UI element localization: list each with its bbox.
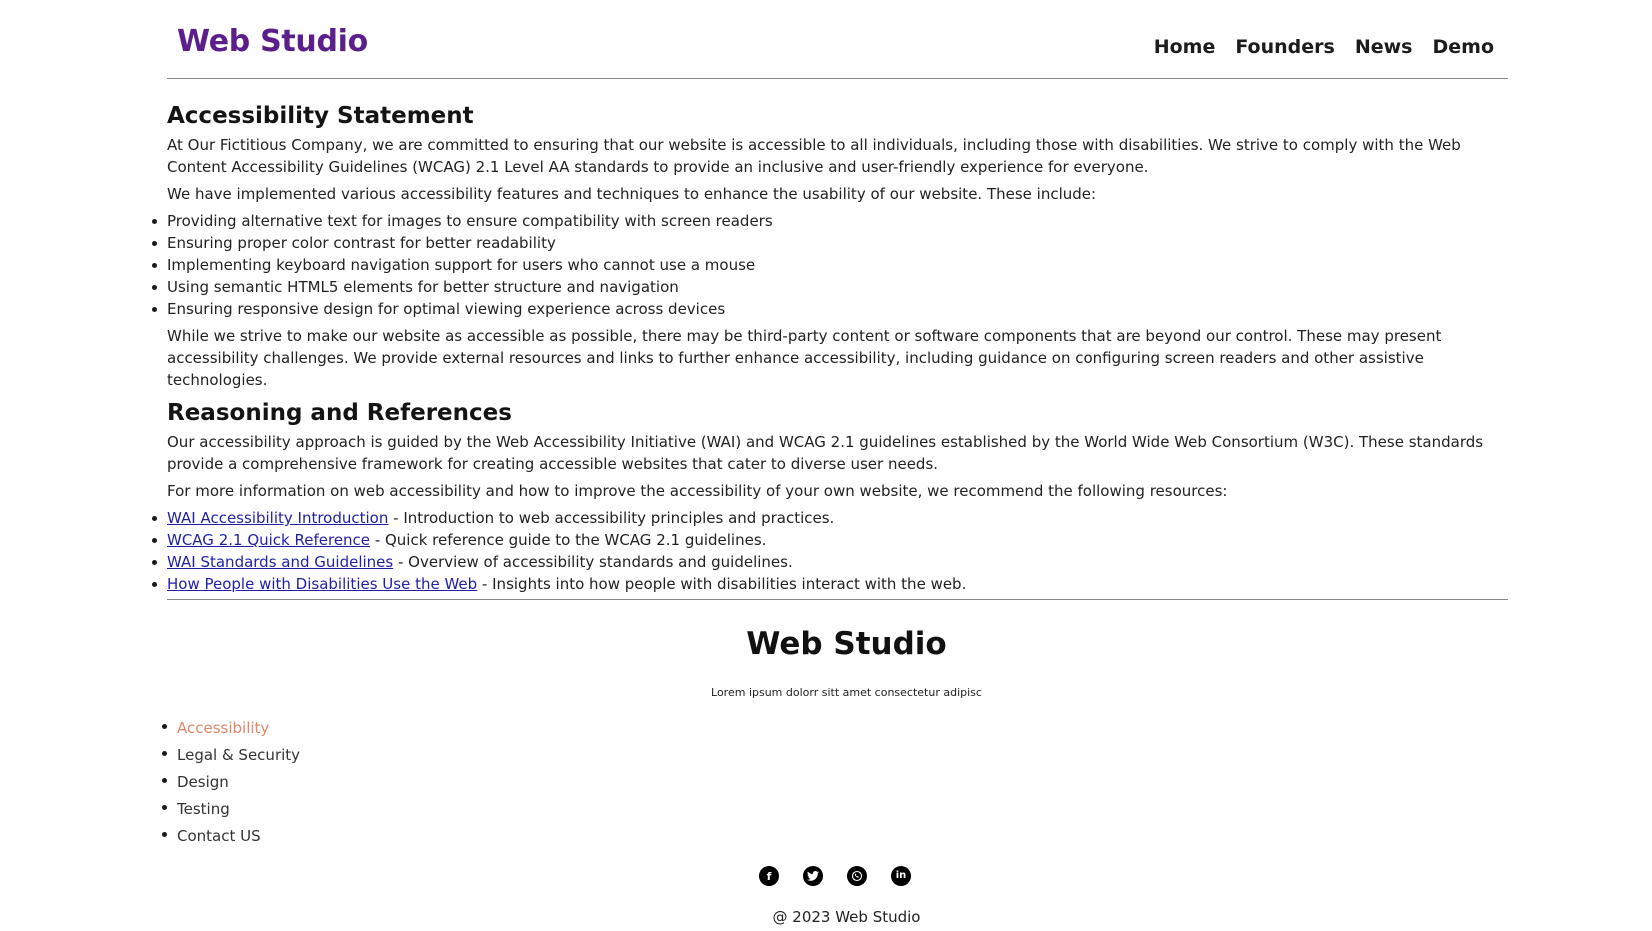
- footer-link-item: Testing: [161, 796, 300, 823]
- footer-title: Web Studio: [746, 626, 947, 662]
- footer-link-item: Contact US: [161, 823, 300, 850]
- footer-link-contact[interactable]: Contact US: [177, 827, 261, 845]
- nav-news[interactable]: News: [1355, 36, 1413, 58]
- resource-desc: - Introduction to web accessibility prin…: [388, 509, 835, 527]
- accessibility-features-intro: We have implemented various accessibilit…: [167, 185, 1097, 203]
- list-item: Ensuring proper color contrast for bette…: [152, 232, 1508, 254]
- accessibility-disclaimer: While we strive to make our website as a…: [167, 327, 1442, 389]
- social-links: f in: [759, 866, 911, 886]
- reasoning-heading: Reasoning and References: [167, 400, 512, 426]
- footer-link-legal-security[interactable]: Legal & Security: [177, 746, 300, 764]
- footer-divider: [167, 599, 1508, 600]
- footer-link-design[interactable]: Design: [177, 773, 229, 791]
- accessibility-heading: Accessibility Statement: [167, 103, 474, 129]
- footer-link-item: Accessibility: [161, 715, 300, 742]
- twitter-icon[interactable]: [803, 866, 823, 886]
- resource-link-wai-standards[interactable]: WAI Standards and Guidelines: [167, 553, 393, 571]
- main-nav: Home Founders News Demo: [1154, 36, 1494, 58]
- list-item: WCAG 2.1 Quick Reference - Quick referen…: [152, 529, 1508, 551]
- page: Web Studio Home Founders News Demo Acces…: [0, 0, 1652, 931]
- reasoning-resources-intro: For more information on web accessibilit…: [167, 482, 1228, 500]
- list-item: Implementing keyboard navigation support…: [152, 254, 1508, 276]
- facebook-icon[interactable]: f: [759, 866, 779, 886]
- footer-link-accessibility[interactable]: Accessibility: [177, 719, 269, 737]
- resource-link-wai-intro[interactable]: WAI Accessibility Introduction: [167, 509, 388, 527]
- resource-desc: - Overview of accessibility standards an…: [393, 553, 793, 571]
- footer-link-testing[interactable]: Testing: [177, 800, 230, 818]
- list-item: WAI Standards and Guidelines - Overview …: [152, 551, 1508, 573]
- whatsapp-icon[interactable]: [847, 866, 867, 886]
- linkedin-icon[interactable]: in: [891, 866, 911, 886]
- reasoning-intro: Our accessibility approach is guided by …: [167, 433, 1484, 473]
- list-item: Ensuring responsive design for optimal v…: [152, 298, 1508, 320]
- nav-demo[interactable]: Demo: [1432, 36, 1494, 58]
- brand-logo[interactable]: Web Studio: [177, 24, 368, 59]
- resource-desc: - Insights into how people with disabili…: [477, 575, 967, 593]
- footer-link-item: Legal & Security: [161, 742, 300, 769]
- resource-link-wcag-quickref[interactable]: WCAG 2.1 Quick Reference: [167, 531, 370, 549]
- site-header: Web Studio Home Founders News Demo: [167, 0, 1508, 79]
- copyright: @ 2023 Web Studio: [772, 908, 921, 926]
- resource-desc: - Quick reference guide to the WCAG 2.1 …: [370, 531, 767, 549]
- nav-home[interactable]: Home: [1154, 36, 1216, 58]
- resource-link-how-people[interactable]: How People with Disabilities Use the Web: [167, 575, 477, 593]
- list-item: How People with Disabilities Use the Web…: [152, 573, 1508, 595]
- list-item: Using semantic HTML5 elements for better…: [152, 276, 1508, 298]
- list-item: WAI Accessibility Introduction - Introdu…: [152, 507, 1508, 529]
- footer-link-item: Design: [161, 769, 300, 796]
- footer-links: Accessibility Legal & Security Design Te…: [161, 715, 300, 850]
- resources-list: WAI Accessibility Introduction - Introdu…: [152, 507, 1508, 595]
- main-content: Accessibility Statement At Our Fictitiou…: [152, 98, 1508, 595]
- list-item: Providing alternative text for images to…: [152, 210, 1508, 232]
- accessibility-intro: At Our Fictitious Company, we are commit…: [167, 136, 1461, 176]
- nav-founders[interactable]: Founders: [1235, 36, 1334, 58]
- footer-tagline: Lorem ipsum dolorr sitt amet consectetur…: [711, 686, 982, 699]
- features-list: Providing alternative text for images to…: [152, 210, 1508, 320]
